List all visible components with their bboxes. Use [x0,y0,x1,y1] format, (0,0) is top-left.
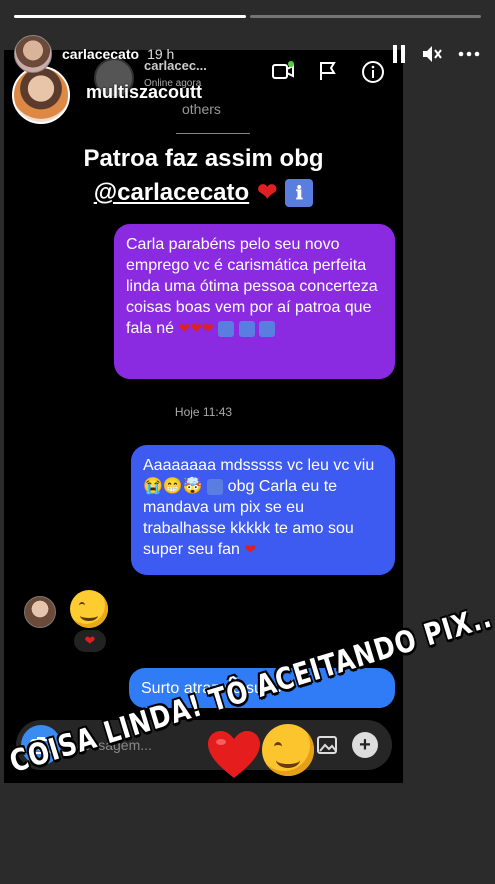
smile-emoji-icon [70,590,108,628]
info-emoji-icon [259,320,276,337]
others-label: others [182,101,221,117]
smile-sticker-icon [262,724,314,776]
divider [176,133,250,134]
story-username[interactable]: carlacecato [62,46,139,62]
more-icon[interactable] [457,50,481,58]
emoji-icon: 😭😁🤯 [143,478,203,495]
mute-icon[interactable] [421,44,443,64]
story-time: 19 h [147,46,175,62]
caption-line1: Patroa faz assim obg [83,145,324,172]
heart-icon: ❤ [244,541,257,557]
info-emoji-icon [238,320,255,337]
story-progress [14,15,481,18]
heart-sticker-icon [208,731,260,778]
story-progress-segment [14,15,246,18]
heart-icon: ❤❤❤ [178,320,214,336]
overlay-avatar [12,66,70,124]
heart-reaction-icon: ❤ [74,630,106,652]
pause-icon[interactable] [391,44,407,64]
gallery-icon[interactable] [316,734,338,756]
caption: Patroa faz assim obg @carlacecato ❤ ℹ [4,142,403,210]
story-progress-segment [249,15,481,18]
caption-mention[interactable]: @carlacecato [94,176,250,210]
message-bubble-received: Carla parabéns pelo seu novo emprego vc … [114,224,395,379]
story-header: carlacecato 19 h [14,34,481,74]
add-button[interactable]: + [352,732,378,758]
overlay-username: multiszacoutt [86,82,203,102]
timestamp: Hoje 11:43 [174,405,233,419]
info-emoji-icon [207,478,224,495]
avatar [24,596,56,628]
info-emoji-icon [218,320,235,337]
info-emoji-icon: ℹ [285,179,314,207]
message-bubble-sent: Aaaaaaaa mdsssss vc leu vc viu 😭😁🤯 obg C… [131,445,395,575]
message-text: Aaaaaaaa mdsssss vc leu vc viu [143,457,375,474]
story-avatar[interactable] [14,35,52,73]
heart-icon: ❤ [257,179,278,206]
